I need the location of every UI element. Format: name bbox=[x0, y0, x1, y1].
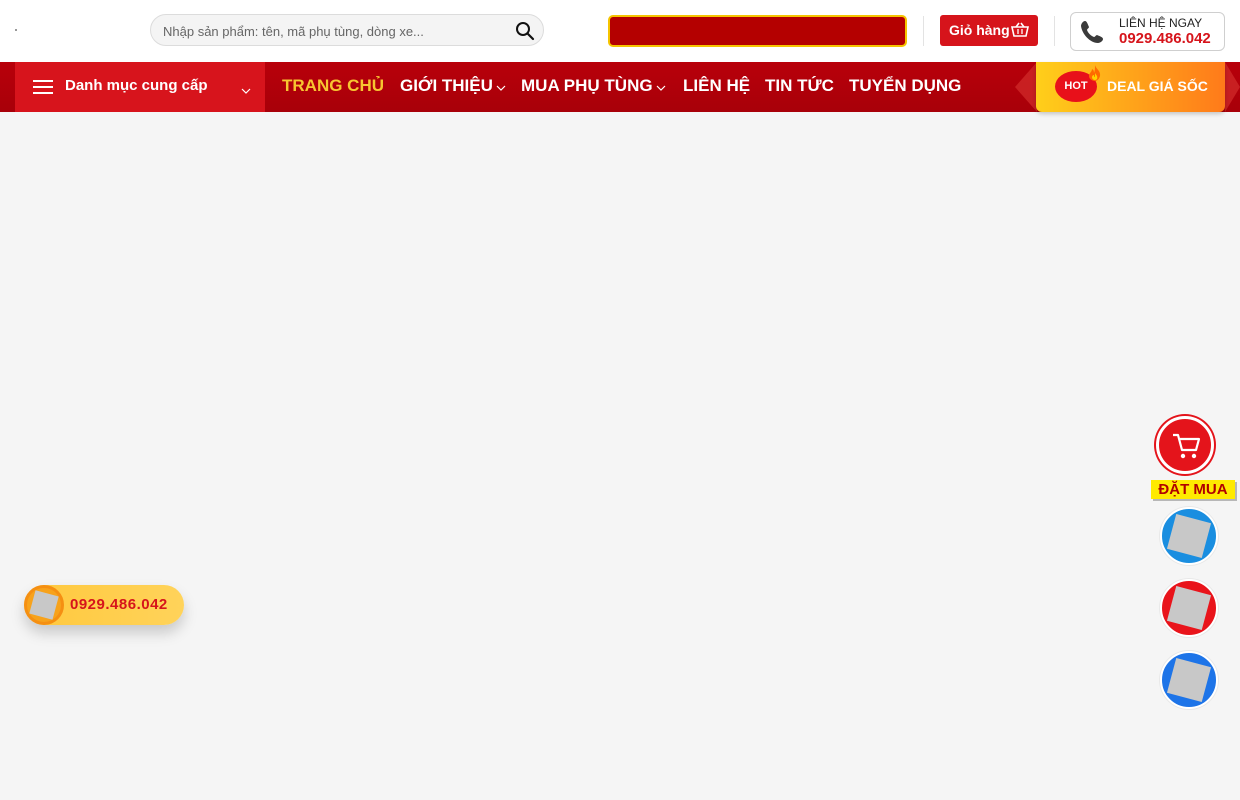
nav-buy-parts-label: MUA PHỤ TÙNG bbox=[521, 76, 653, 95]
search-bar bbox=[150, 14, 544, 47]
zalo-button[interactable] bbox=[1160, 507, 1218, 565]
nav-about[interactable]: GIỚI THIỆU bbox=[400, 76, 506, 97]
ribbon-left bbox=[1015, 62, 1037, 112]
nav-buy-parts[interactable]: MUA PHỤ TÙNG bbox=[521, 76, 666, 97]
floating-phone-button[interactable]: 0929.486.042 bbox=[24, 585, 184, 625]
deal-label: DEAL GIÁ SỐC bbox=[1107, 78, 1208, 94]
cart-icon bbox=[1173, 433, 1201, 459]
promo-banner[interactable] bbox=[608, 15, 907, 47]
nav-recruitment[interactable]: TUYỂN DỤNG bbox=[849, 76, 961, 96]
category-menu[interactable]: Danh mục cung cấp bbox=[15, 62, 265, 112]
youtube-icon bbox=[1166, 585, 1212, 631]
contact-label: LIÊN HỆ NGAY bbox=[1119, 16, 1203, 30]
category-menu-label: Danh mục cung cấp bbox=[65, 77, 208, 94]
hot-deal-button[interactable]: HOT DEAL GIÁ SỐC bbox=[1036, 62, 1225, 112]
nav-home[interactable]: TRANG CHỦ bbox=[282, 76, 384, 96]
contact-number[interactable]: 0929.486.042 bbox=[1119, 30, 1211, 47]
phone-icon bbox=[29, 590, 59, 620]
search-input[interactable] bbox=[161, 15, 505, 47]
divider bbox=[923, 16, 924, 46]
phone-circle bbox=[24, 585, 64, 625]
cart-button[interactable]: Giỏ hàng bbox=[940, 15, 1038, 46]
logo[interactable] bbox=[15, 29, 17, 31]
chevron-down-icon bbox=[241, 82, 251, 100]
ribbon-right bbox=[1225, 62, 1240, 112]
youtube-button[interactable] bbox=[1160, 579, 1218, 637]
order-cart-button[interactable] bbox=[1156, 416, 1214, 474]
nav-news[interactable]: TIN TỨC bbox=[765, 76, 834, 96]
divider bbox=[1054, 16, 1055, 46]
floating-phone-number: 0929.486.042 bbox=[70, 596, 168, 613]
cart-label: Giỏ hàng bbox=[949, 22, 1010, 38]
nav-contact[interactable]: LIÊN HỆ bbox=[683, 76, 750, 96]
top-header: Giỏ hàng LIÊN HỆ NGAY 0929.486.042 bbox=[0, 0, 1240, 62]
order-label[interactable]: ĐẶT MUA bbox=[1151, 480, 1235, 499]
messenger-button[interactable] bbox=[1160, 651, 1218, 709]
chevron-down-icon bbox=[656, 77, 666, 97]
phone-icon bbox=[1079, 19, 1107, 50]
contact-box[interactable]: LIÊN HỆ NGAY 0929.486.042 bbox=[1070, 12, 1225, 51]
chevron-down-icon bbox=[496, 77, 506, 97]
basket-icon bbox=[1011, 22, 1029, 37]
hamburger-icon bbox=[33, 79, 53, 100]
search-icon[interactable] bbox=[515, 21, 535, 41]
zalo-icon bbox=[1166, 513, 1212, 559]
nav-about-label: GIỚI THIỆU bbox=[400, 76, 493, 95]
flame-icon bbox=[1088, 64, 1102, 87]
messenger-icon bbox=[1166, 657, 1212, 703]
